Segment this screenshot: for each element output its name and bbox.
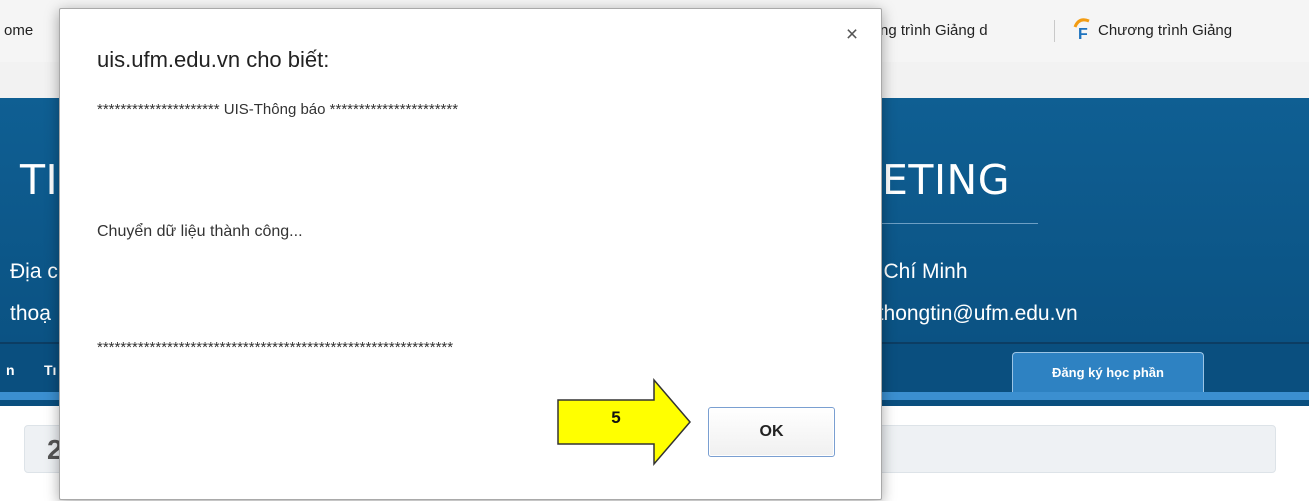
tab-course-registration[interactable]: Đăng ký học phần <box>1012 352 1204 393</box>
title-divider <box>860 223 1038 224</box>
bookmark-separator <box>1054 20 1055 42</box>
alert-dialog: uis.ufm.edu.vn cho biết: × *************… <box>59 8 882 500</box>
site-title-left: TI <box>20 156 59 204</box>
close-icon[interactable]: × <box>841 23 863 46</box>
dialog-header-line: ********************* UIS-Thông báo ****… <box>97 101 459 118</box>
nav-item-partial-2[interactable]: Tı <box>44 362 56 378</box>
email-line-right: nthongtin@ufm.edu.vn <box>866 302 1078 325</box>
bookmark-item-course-1[interactable]: ng trình Giảng d <box>880 22 988 39</box>
dialog-message: Chuyển dữ liệu thành công... <box>97 223 303 240</box>
dialog-footer-line: ****************************************… <box>97 339 454 356</box>
svg-text:F: F <box>1078 26 1088 43</box>
dialog-title: uis.ufm.edu.vn cho biết: <box>97 47 330 72</box>
step-number-label: 5 <box>611 408 621 427</box>
site-title-right: ETING <box>882 156 1010 204</box>
bookmark-item-course-2[interactable]: Chương trình Giảng <box>1098 22 1232 39</box>
address-line-left: Địa c <box>10 260 58 283</box>
phone-line-left: thoạ <box>10 302 51 325</box>
ok-button[interactable]: OK <box>708 407 835 457</box>
nav-item-partial-1[interactable]: n <box>6 362 15 378</box>
bookmark-favicon-icon: F <box>1073 18 1090 43</box>
bookmark-item-home[interactable]: ome <box>4 22 33 39</box>
